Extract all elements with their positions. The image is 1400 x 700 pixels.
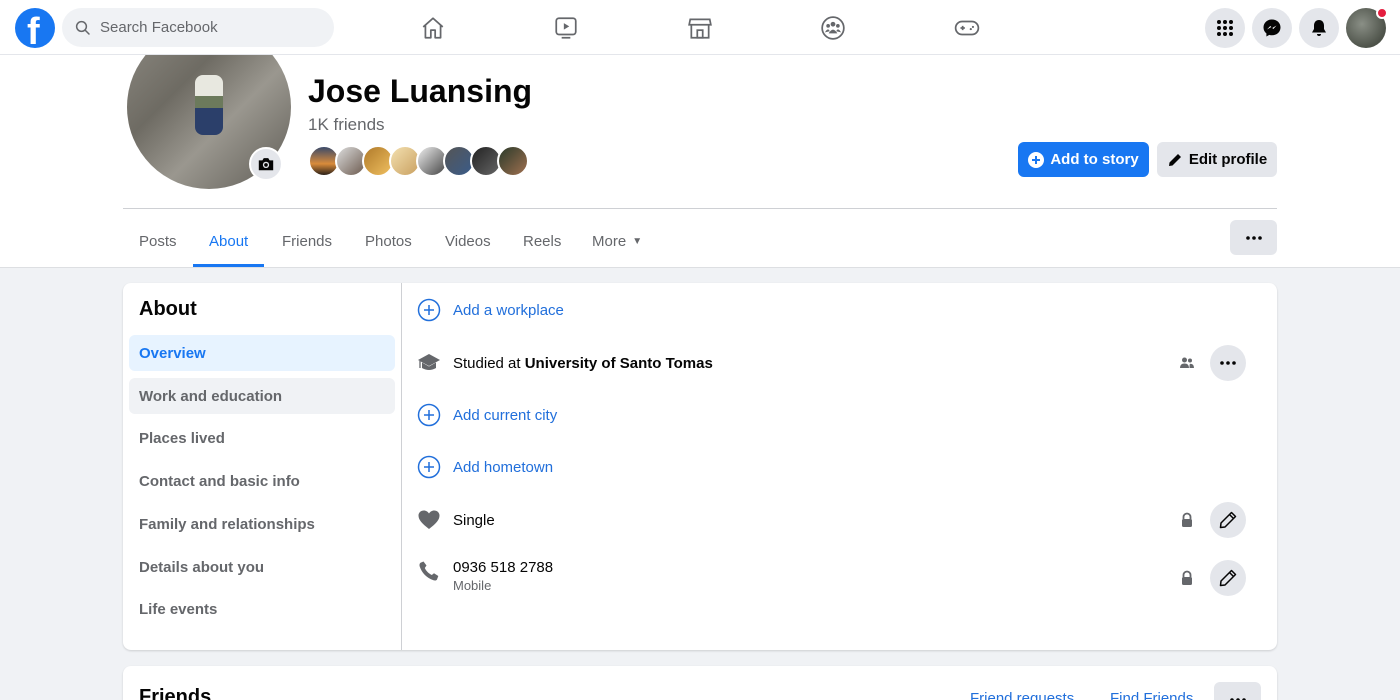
relationship-row: Single [417, 508, 1267, 532]
camera-icon [257, 155, 275, 173]
more-dots-icon [1218, 353, 1238, 373]
about-sidebar: About Overview Work and education Places… [123, 283, 402, 650]
search-icon [74, 19, 92, 37]
watch-nav-button[interactable] [551, 13, 581, 43]
add-current-city-row[interactable]: Add current city [417, 403, 1267, 427]
friends-card-title: Friends [139, 686, 211, 700]
search-box[interactable] [62, 8, 334, 47]
marketplace-nav-button[interactable] [685, 13, 715, 43]
find-friends-link[interactable]: Find Friends [1110, 690, 1193, 700]
lock-icon [1179, 570, 1195, 586]
sidebar-item-life-events[interactable]: Life events [129, 591, 395, 627]
add-to-story-button[interactable]: Add to story [1018, 142, 1149, 177]
tab-videos[interactable]: Videos [429, 215, 507, 267]
groups-icon [820, 15, 846, 41]
edit-relationship-button[interactable] [1210, 502, 1246, 538]
education-row: Studied at University of Santo Tomas [417, 351, 1267, 375]
home-nav-button[interactable] [418, 13, 448, 43]
pencil-icon [1218, 568, 1238, 588]
add-circle-icon [417, 403, 441, 427]
tab-more[interactable]: More▼ [576, 215, 658, 267]
education-prefix: Studied at [453, 355, 525, 372]
friend-avatar[interactable] [497, 145, 529, 177]
messenger-icon [1262, 18, 1282, 38]
menu-grid-icon [1215, 18, 1235, 38]
about-card: About Overview Work and education Places… [123, 283, 1277, 650]
profile-header: Jose Luansing 1K friends Add to story Ed… [0, 55, 1400, 268]
phone-row: 0936 518 2788 Mobile [417, 559, 1267, 595]
notifications-button[interactable] [1299, 8, 1339, 48]
friends-more-options-button[interactable] [1214, 682, 1261, 700]
phone-number: 0936 518 2788 [453, 559, 553, 576]
tab-photos[interactable]: Photos [349, 215, 428, 267]
add-circle-icon [417, 298, 441, 322]
account-avatar[interactable] [1346, 8, 1386, 48]
graduation-cap-icon [417, 351, 441, 375]
lock-icon [1179, 512, 1195, 528]
header-divider [123, 208, 1277, 209]
gaming-nav-button[interactable] [952, 13, 982, 43]
notification-badge [1376, 7, 1388, 19]
heart-icon [417, 508, 441, 532]
friends-audience-icon [1179, 355, 1195, 371]
sidebar-item-family-relationships[interactable]: Family and relationships [129, 506, 395, 542]
add-circle-icon [417, 455, 441, 479]
add-hometown-link[interactable]: Add hometown [453, 459, 553, 476]
pencil-icon [1218, 510, 1238, 530]
gaming-icon [954, 15, 980, 41]
school-name[interactable]: University of Santo Tomas [525, 355, 713, 372]
notifications-icon [1309, 18, 1329, 38]
sidebar-item-places-lived[interactable]: Places lived [129, 420, 395, 456]
pencil-icon [1167, 152, 1183, 168]
edit-profile-button[interactable]: Edit profile [1157, 142, 1277, 177]
watch-icon [553, 15, 579, 41]
marketplace-icon [687, 15, 713, 41]
tab-about[interactable]: About [193, 215, 264, 267]
add-workplace-row[interactable]: Add a workplace [417, 298, 1267, 322]
sidebar-item-details-about-you[interactable]: Details about you [129, 549, 395, 585]
profile-name: Jose Luansing [308, 73, 532, 110]
plus-circle-icon [1028, 152, 1044, 168]
caret-down-icon: ▼ [632, 236, 642, 247]
audience-only-me-button[interactable] [1179, 512, 1195, 528]
change-profile-photo-button[interactable] [249, 147, 283, 181]
menu-button[interactable] [1205, 8, 1245, 48]
profile-more-options-button[interactable] [1230, 220, 1277, 255]
profile-photo-subject [195, 75, 223, 135]
facebook-logo[interactable]: f [15, 8, 55, 48]
education-options-button[interactable] [1210, 345, 1246, 381]
add-hometown-row[interactable]: Add hometown [417, 455, 1267, 479]
sidebar-item-work-and-education[interactable]: Work and education [129, 378, 395, 414]
sidebar-item-contact-info[interactable]: Contact and basic info [129, 463, 395, 499]
relationship-status: Single [453, 512, 495, 529]
friend-requests-link[interactable]: Friend requests [970, 690, 1074, 700]
audience-only-me-button[interactable] [1179, 570, 1195, 586]
add-workplace-link[interactable]: Add a workplace [453, 302, 564, 319]
audience-friends-button[interactable] [1179, 355, 1195, 371]
about-title: About [139, 298, 197, 321]
edit-phone-button[interactable] [1210, 560, 1246, 596]
sidebar-item-overview[interactable]: Overview [129, 335, 395, 371]
phone-type: Mobile [453, 578, 553, 593]
friends-card: Friends Friend requests Find Friends [123, 666, 1277, 700]
messenger-button[interactable] [1252, 8, 1292, 48]
phone-icon [417, 559, 441, 583]
tab-friends[interactable]: Friends [266, 215, 348, 267]
home-icon [420, 15, 446, 41]
friends-count[interactable]: 1K friends [308, 115, 385, 135]
add-current-city-link[interactable]: Add current city [453, 407, 557, 424]
tab-posts[interactable]: Posts [123, 215, 193, 267]
more-dots-icon [1246, 236, 1262, 240]
search-input[interactable] [100, 19, 320, 36]
tab-reels[interactable]: Reels [507, 215, 577, 267]
top-navigation-bar: f [0, 0, 1400, 55]
groups-nav-button[interactable] [818, 13, 848, 43]
